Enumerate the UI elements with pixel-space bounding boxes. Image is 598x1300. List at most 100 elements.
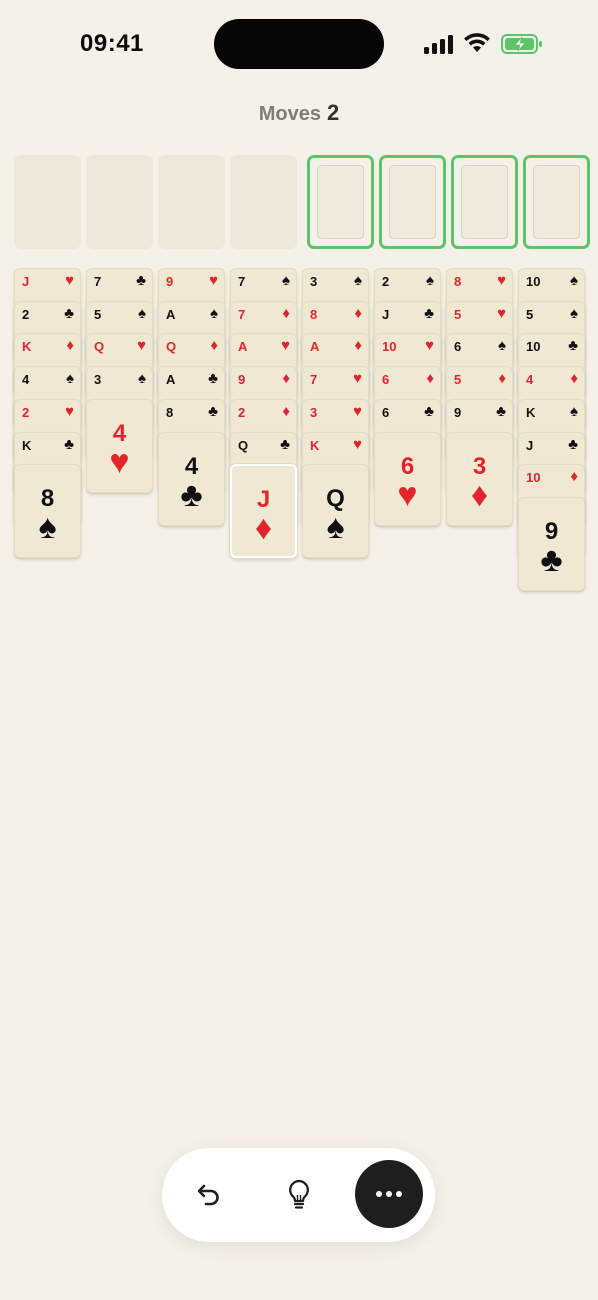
hearts-suit-icon: ♥ bbox=[65, 272, 74, 289]
clubs-suit-icon: ♣ bbox=[280, 435, 290, 453]
card-rank: 4 bbox=[526, 372, 534, 388]
card-rank: K bbox=[22, 437, 32, 453]
wifi-icon bbox=[464, 33, 490, 52]
foundation-pile[interactable] bbox=[307, 155, 374, 249]
spades-suit-icon: ♠ bbox=[282, 272, 290, 289]
free-cell[interactable] bbox=[230, 155, 297, 249]
status-time: 09:41 bbox=[80, 30, 144, 57]
playing-card[interactable]: 3 ♦ bbox=[446, 431, 513, 526]
card-rank: A bbox=[166, 372, 176, 388]
foundation-pile[interactable] bbox=[451, 155, 518, 249]
diamonds-suit-icon: ♦ bbox=[426, 370, 434, 388]
card-rank: 5 bbox=[94, 306, 102, 322]
diamonds-suit-icon: ♦ bbox=[282, 370, 290, 388]
playing-card[interactable]: 6 ♥ bbox=[374, 431, 441, 526]
card-rank: 6 bbox=[382, 372, 390, 388]
clubs-suit-icon: ♣ bbox=[568, 337, 578, 355]
foundation-pile[interactable] bbox=[523, 155, 590, 249]
hearts-suit-icon: ♥ bbox=[281, 337, 290, 355]
card-rank: 9 bbox=[166, 274, 174, 289]
spades-suit-icon: ♠ bbox=[570, 272, 578, 289]
bottom-toolbar bbox=[162, 1148, 435, 1242]
clubs-suit-icon: ♣ bbox=[136, 272, 146, 289]
spades-suit-icon: ♠ bbox=[138, 304, 146, 322]
clubs-suit-icon: ♣ bbox=[64, 304, 74, 322]
card-rank: 3 bbox=[310, 404, 318, 420]
spades-suit-icon: ♠ bbox=[498, 337, 506, 355]
playing-card[interactable]: 8 ♠ bbox=[14, 464, 81, 559]
card-rank: 10 bbox=[526, 274, 541, 289]
diamonds-suit-icon: ♦ bbox=[570, 370, 578, 388]
undo-button[interactable] bbox=[174, 1160, 244, 1230]
card-rank: 2 bbox=[22, 306, 30, 322]
card-rank: J bbox=[382, 306, 390, 322]
card-rank: 5 bbox=[454, 306, 462, 322]
foundation-placeholder bbox=[389, 165, 436, 239]
card-rank: 5 bbox=[526, 306, 534, 322]
hearts-suit-icon: ♥ bbox=[353, 435, 362, 453]
card-rank: 7 bbox=[310, 372, 318, 388]
diamonds-suit-icon: ♦ bbox=[354, 304, 362, 322]
clubs-suit-icon: ♣ bbox=[208, 370, 218, 388]
hint-button[interactable] bbox=[264, 1160, 334, 1230]
moves-label: Moves bbox=[258, 103, 321, 125]
diamonds-suit-icon: ♦ bbox=[282, 402, 290, 420]
card-rank: 6 bbox=[382, 404, 390, 420]
card-rank: 10 bbox=[382, 339, 397, 355]
battery-charging-icon bbox=[501, 34, 542, 54]
foundation-placeholder bbox=[461, 165, 508, 239]
card-rank: 9 bbox=[454, 404, 462, 420]
spades-suit-icon: ♠ bbox=[66, 370, 74, 388]
clubs-suit-icon: ♣ bbox=[208, 402, 218, 420]
playing-card[interactable]: 9 ♣ bbox=[518, 496, 585, 591]
card-rank: J bbox=[22, 274, 30, 289]
card-rank: 2 bbox=[22, 404, 30, 420]
clubs-suit-icon: ♣ bbox=[180, 475, 203, 514]
card-rank: K bbox=[526, 404, 536, 420]
clubs-suit-icon: ♣ bbox=[540, 540, 563, 579]
cellular-signal-icon bbox=[424, 34, 454, 54]
clubs-suit-icon: ♣ bbox=[496, 402, 506, 420]
foundation-placeholder bbox=[317, 165, 364, 239]
dynamic-island bbox=[214, 19, 384, 69]
card-rank: 7 bbox=[238, 306, 246, 322]
diamonds-suit-icon: ♦ bbox=[470, 475, 489, 514]
hearts-suit-icon: ♥ bbox=[353, 402, 362, 420]
card-rank: Q bbox=[238, 437, 249, 453]
free-cell[interactable] bbox=[14, 155, 81, 249]
diamonds-suit-icon: ♦ bbox=[570, 468, 578, 486]
foundation-pile[interactable] bbox=[379, 155, 446, 249]
card-rank: 10 bbox=[526, 339, 541, 355]
hearts-suit-icon: ♥ bbox=[397, 475, 418, 514]
spades-suit-icon: ♠ bbox=[38, 508, 57, 547]
lightbulb-icon bbox=[289, 1179, 309, 1209]
spades-suit-icon: ♠ bbox=[210, 304, 218, 322]
playing-card[interactable]: Q ♠ bbox=[302, 464, 369, 559]
card-rank: 7 bbox=[94, 274, 102, 289]
card-rank: K bbox=[310, 437, 320, 453]
moves-counter: Moves 2 bbox=[0, 100, 598, 126]
clubs-suit-icon: ♣ bbox=[424, 304, 434, 322]
card-rank: 3 bbox=[310, 274, 318, 289]
card-rank: 8 bbox=[310, 306, 318, 322]
playing-card[interactable]: J ♦ bbox=[230, 464, 297, 559]
card-rank: 7 bbox=[238, 274, 246, 289]
hearts-suit-icon: ♥ bbox=[209, 272, 218, 289]
card-rank: A bbox=[166, 306, 176, 322]
hearts-suit-icon: ♥ bbox=[109, 442, 130, 481]
card-rank: K bbox=[22, 339, 32, 355]
free-cell[interactable] bbox=[86, 155, 153, 249]
hearts-suit-icon: ♥ bbox=[353, 370, 362, 388]
playing-card[interactable]: 4 ♣ bbox=[158, 431, 225, 526]
card-rank: 4 bbox=[22, 372, 30, 388]
playing-card[interactable]: 4 ♥ bbox=[86, 398, 153, 493]
card-rank: 2 bbox=[382, 274, 390, 289]
card-rank: Q bbox=[166, 339, 177, 355]
spades-suit-icon: ♠ bbox=[354, 272, 362, 289]
free-cell[interactable] bbox=[158, 155, 225, 249]
diamonds-suit-icon: ♦ bbox=[254, 509, 273, 548]
spades-suit-icon: ♠ bbox=[570, 304, 578, 322]
status-bar: 09:41 bbox=[0, 0, 598, 90]
moves-count: 2 bbox=[327, 100, 340, 125]
more-button[interactable] bbox=[355, 1160, 423, 1228]
